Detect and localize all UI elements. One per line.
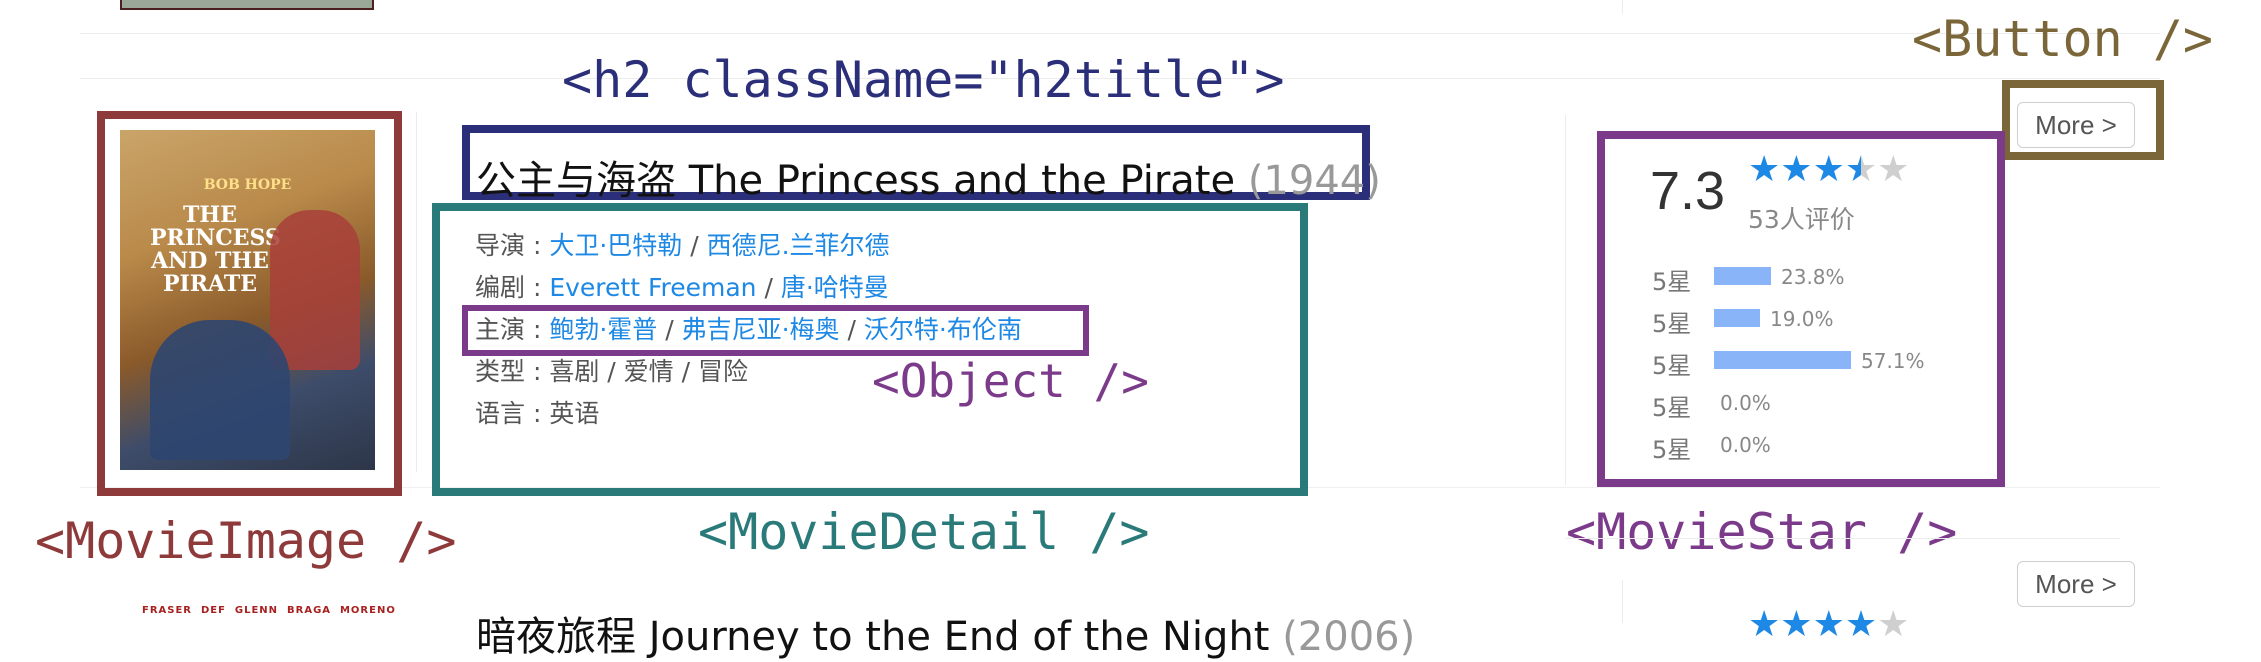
language-line: 语言 : 英语	[475, 401, 599, 426]
next-movie-title: 暗夜旅程 Journey to the End of the Night (20…	[476, 604, 1415, 662]
star-row-pct: 19.0%	[1770, 307, 1834, 331]
movie-year: (1944)	[1247, 158, 1381, 204]
star-row-pct: 23.8%	[1781, 265, 1845, 289]
next-poster-credits: FRASER DEF GLENN BRAGA MORENO	[142, 605, 396, 616]
object-annotation-box	[462, 305, 1089, 356]
genre-label: 类型 :	[475, 357, 550, 386]
annotation-object: <Object />	[872, 354, 1149, 408]
star-row-pct: 57.1%	[1861, 349, 1925, 373]
star-row-pct: 0.0%	[1720, 391, 1771, 415]
star-row-bar	[1714, 351, 1851, 369]
next-rating-stars: ★★★★★	[1748, 607, 1909, 643]
language-label: 语言 :	[475, 399, 550, 428]
star-icon-3: ★	[1812, 149, 1845, 190]
writers-line: 编剧 : Everett Freeman / 唐·哈特曼	[475, 275, 889, 300]
star-icon-1: ★	[1748, 149, 1781, 190]
next-card-top-line	[1565, 538, 2120, 539]
star-row-bar	[1714, 309, 1760, 327]
next-star-icon-4: ★	[1844, 604, 1878, 645]
next-star-icon-3: ★	[1812, 604, 1845, 645]
rating-count: 53人评价	[1748, 205, 1855, 234]
next-movie-year: (2006)	[1282, 614, 1416, 660]
prev-card-poster-edge	[120, 0, 374, 10]
prev-card-separator	[1622, 0, 1623, 14]
annotation-movie-star: <MovieStar />	[1566, 503, 1958, 561]
card-star-separator	[1565, 115, 1566, 485]
movie-title-text: 公主与海盗 The Princess and the Pirate	[476, 158, 1236, 204]
star-row-pct: 0.0%	[1720, 433, 1771, 457]
directors-line: 导演 : 大卫·巴特勒 / 西德尼.兰菲尔德	[475, 233, 890, 258]
movie-image-annotation-box	[97, 111, 402, 496]
annotation-movie-image: <MovieImage />	[35, 512, 457, 570]
star-row-label: 5星	[1652, 394, 1692, 422]
star-row-label: 5星	[1652, 310, 1692, 338]
next-more-button[interactable]: More >	[2017, 561, 2135, 607]
prev-card-bottom-line	[80, 33, 2160, 34]
annotation-movie-detail: <MovieDetail />	[698, 503, 1150, 561]
next-movie-title-text: 暗夜旅程 Journey to the End of the Night	[476, 614, 1270, 660]
next-star-icon-5: ★	[1877, 604, 1910, 645]
director-link-2[interactable]: 西德尼.兰菲尔德	[707, 231, 890, 260]
next-card-separator	[1622, 580, 1623, 623]
annotation-h2: <h2 className="h2title">	[562, 51, 1285, 109]
genre-line: 类型 : 喜剧 / 爱情 / 冒险	[475, 359, 748, 384]
star-row-label: 5星	[1652, 436, 1692, 464]
button-annotation-box	[2002, 80, 2164, 160]
language-value: 英语	[549, 399, 600, 428]
star-row-bar	[1714, 267, 1771, 285]
star-row-label: 5星	[1652, 352, 1692, 380]
star-icon-5: ★	[1877, 149, 1910, 190]
card-detail-separator	[416, 112, 417, 472]
star-icon-4: ★	[1844, 149, 1878, 190]
next-star-icon-1: ★	[1748, 604, 1781, 645]
writers-separator: /	[756, 273, 781, 302]
directors-separator: /	[682, 231, 707, 260]
genre-value: 喜剧 / 爱情 / 冒险	[549, 357, 748, 386]
next-star-icon-2: ★	[1780, 604, 1813, 645]
star-row-label: 5星	[1652, 268, 1692, 296]
annotation-button: <Button />	[1912, 10, 2214, 68]
writer-link-1[interactable]: Everett Freeman	[549, 273, 756, 302]
writers-label: 编剧 :	[475, 273, 550, 302]
rating-score: 7.3	[1650, 161, 1726, 221]
movie-title: 公主与海盗 The Princess and the Pirate (1944)	[476, 148, 1381, 206]
director-link-1[interactable]: 大卫·巴特勒	[549, 231, 682, 260]
rating-stars: ★★★★★	[1748, 152, 1909, 188]
writer-link-2[interactable]: 唐·哈特曼	[781, 273, 889, 302]
directors-label: 导演 :	[475, 231, 550, 260]
star-icon-2: ★	[1780, 149, 1813, 190]
